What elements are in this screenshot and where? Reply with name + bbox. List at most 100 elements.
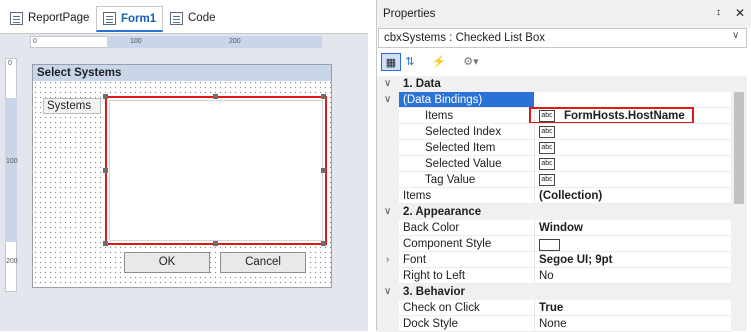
property-row[interactable]: Selected Index abc bbox=[377, 124, 731, 140]
form-title: Select Systems bbox=[33, 65, 331, 81]
property-row[interactable]: Back Color Window bbox=[377, 220, 731, 236]
ruler-tick: 0 bbox=[33, 38, 37, 45]
property-name: Selected Value bbox=[425, 158, 502, 170]
style-swatch[interactable] bbox=[539, 239, 560, 251]
category-label: 1. Data bbox=[403, 78, 441, 90]
ruler-tick: 0 bbox=[8, 60, 12, 67]
property-value[interactable]: True bbox=[539, 300, 563, 316]
property-name: Component Style bbox=[403, 238, 492, 250]
binding-abc-icon[interactable]: abc bbox=[539, 174, 555, 186]
row-gutter bbox=[377, 108, 399, 124]
tab-code[interactable]: Code bbox=[170, 7, 216, 29]
column-divider bbox=[534, 268, 535, 284]
column-divider bbox=[534, 156, 535, 172]
property-row[interactable]: Right to Left No bbox=[377, 268, 731, 284]
row-gutter bbox=[377, 316, 399, 332]
property-name: Check on Click bbox=[403, 302, 480, 314]
row-gutter bbox=[377, 300, 399, 316]
property-name: Back Color bbox=[403, 222, 460, 234]
row-gutter bbox=[377, 140, 399, 156]
column-divider bbox=[534, 140, 535, 156]
resize-handle[interactable] bbox=[321, 94, 326, 99]
categorized-icon[interactable]: ▦ bbox=[381, 53, 401, 71]
tab-form1[interactable]: Form1 bbox=[96, 6, 164, 32]
ruler-tick: 200 bbox=[6, 258, 18, 265]
chevron-down-icon[interactable]: ∨ bbox=[384, 286, 391, 297]
property-name: Items bbox=[403, 190, 432, 202]
property-row[interactable]: ∨ (Data Bindings) bbox=[377, 92, 731, 108]
resize-handle[interactable] bbox=[103, 94, 108, 99]
tab-label: Form1 bbox=[121, 12, 157, 25]
systems-label[interactable]: Systems bbox=[43, 98, 101, 114]
property-value[interactable]: No bbox=[539, 268, 554, 284]
tab-reportpage[interactable]: ReportPage bbox=[10, 7, 89, 29]
pin-icon[interactable]: ↕ bbox=[716, 7, 721, 18]
ruler-tick: 200 bbox=[229, 38, 241, 45]
binding-abc-icon[interactable]: abc bbox=[539, 142, 555, 154]
property-value[interactable]: Window bbox=[539, 220, 583, 236]
column-divider bbox=[534, 220, 535, 236]
property-category[interactable]: ∨ 2. Appearance bbox=[377, 204, 731, 220]
column-divider bbox=[534, 236, 535, 252]
sort-alpha-icon[interactable]: ⇅ bbox=[402, 53, 418, 69]
chevron-down-icon[interactable]: ∨ bbox=[384, 78, 391, 89]
category-label: 3. Behavior bbox=[403, 286, 465, 298]
property-name: (Data Bindings) bbox=[403, 94, 483, 106]
property-row[interactable]: Dock Style None bbox=[377, 316, 731, 332]
property-name: Tag Value bbox=[425, 174, 476, 186]
row-gutter bbox=[377, 156, 399, 172]
resize-handle[interactable] bbox=[103, 241, 108, 246]
events-icon[interactable]: ⚡ bbox=[432, 53, 446, 69]
chevron-down-icon[interactable]: ∨ bbox=[384, 94, 391, 105]
chevron-down-icon[interactable]: ∨ bbox=[384, 206, 391, 217]
object-selector[interactable]: cbxSystems : Checked List Box bbox=[378, 28, 747, 48]
column-divider bbox=[534, 252, 535, 268]
code-icon bbox=[170, 11, 183, 25]
property-category[interactable]: ∨ 3. Behavior bbox=[377, 284, 731, 300]
property-value[interactable]: Segoe UI; 9pt bbox=[539, 252, 612, 268]
scrollbar-thumb[interactable] bbox=[734, 92, 744, 204]
ruler-highlight bbox=[5, 98, 17, 242]
row-gutter bbox=[377, 268, 399, 284]
property-value[interactable]: None bbox=[539, 316, 567, 332]
resize-handle[interactable] bbox=[321, 241, 326, 246]
column-divider bbox=[534, 300, 535, 316]
property-name: Selected Index bbox=[425, 126, 502, 138]
property-row[interactable]: Items (Collection) bbox=[377, 188, 731, 204]
property-value[interactable]: FormHosts.HostName bbox=[564, 108, 685, 124]
binding-abc-icon[interactable]: abc bbox=[539, 126, 555, 138]
row-gutter bbox=[377, 236, 399, 252]
property-row[interactable]: Check on Click True bbox=[377, 300, 731, 316]
column-divider bbox=[534, 172, 535, 188]
property-row[interactable]: Tag Value abc bbox=[377, 172, 731, 188]
tab-divider bbox=[0, 33, 368, 34]
row-gutter bbox=[377, 220, 399, 236]
property-row[interactable]: Selected Value abc bbox=[377, 156, 731, 172]
ok-button[interactable]: OK bbox=[124, 252, 210, 273]
property-row[interactable]: Component Style bbox=[377, 236, 731, 252]
resize-handle[interactable] bbox=[213, 241, 218, 246]
cancel-button[interactable]: Cancel bbox=[220, 252, 306, 273]
chevron-down-icon[interactable]: ∨ bbox=[732, 30, 739, 41]
property-row[interactable]: Items abc FormHosts.HostName bbox=[377, 107, 731, 124]
close-icon[interactable]: ✕ bbox=[735, 6, 745, 20]
category-label: 2. Appearance bbox=[403, 206, 482, 218]
column-divider bbox=[534, 188, 535, 204]
tab-bar: ReportPage Form1 Code bbox=[0, 0, 368, 34]
resize-handle[interactable] bbox=[321, 168, 326, 173]
checked-list-box[interactable] bbox=[109, 100, 323, 241]
category-band bbox=[399, 76, 731, 92]
property-value[interactable]: (Collection) bbox=[539, 188, 602, 204]
resize-handle[interactable] bbox=[103, 168, 108, 173]
ruler-tick: 100 bbox=[130, 38, 142, 45]
property-row[interactable]: Selected Item abc bbox=[377, 140, 731, 156]
settings-gear-icon[interactable]: ⚙▾ bbox=[457, 53, 485, 69]
resize-handle[interactable] bbox=[213, 94, 218, 99]
property-name: Selected Item bbox=[425, 142, 496, 154]
property-category[interactable]: ∨ 1. Data bbox=[377, 76, 731, 92]
chevron-right-icon[interactable]: › bbox=[386, 254, 389, 265]
report-page-icon bbox=[10, 11, 23, 25]
binding-abc-icon[interactable]: abc bbox=[539, 158, 555, 170]
property-row[interactable]: › Font Segoe UI; 9pt bbox=[377, 252, 731, 268]
property-name: Right to Left bbox=[403, 270, 466, 282]
